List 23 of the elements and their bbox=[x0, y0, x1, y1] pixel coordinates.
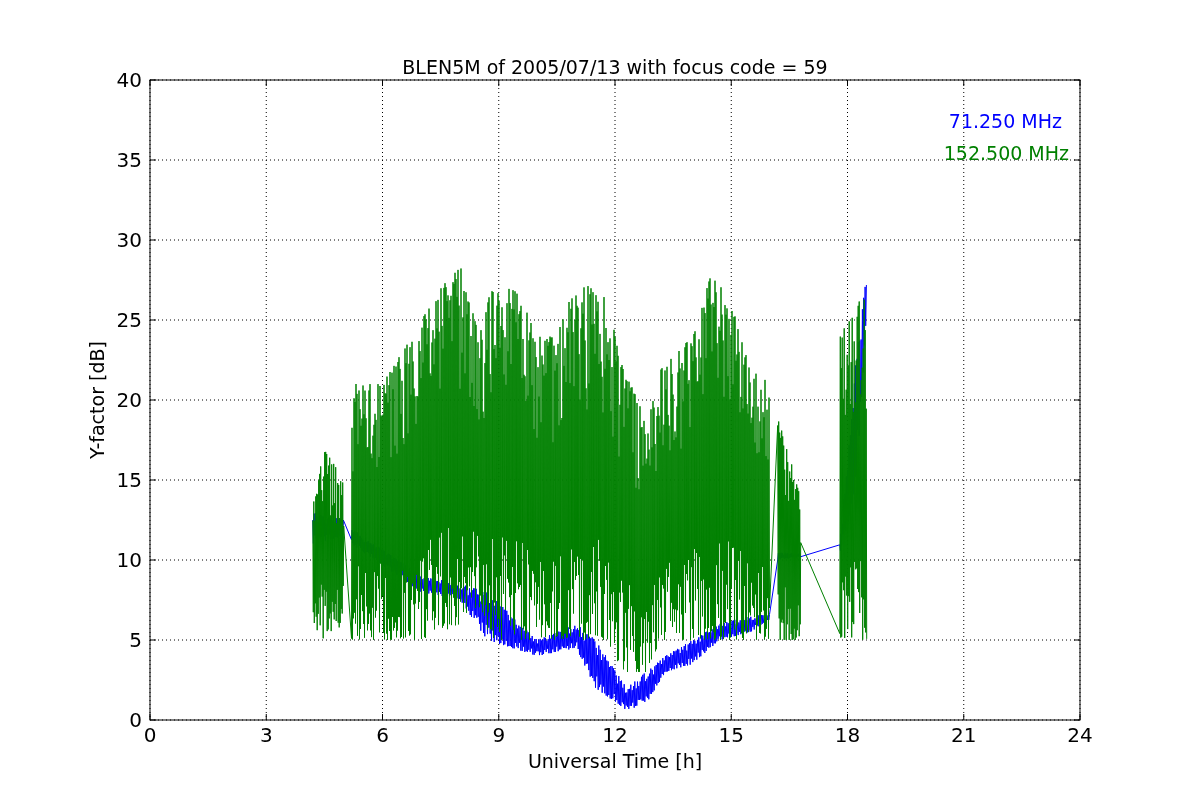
tick-label: 0 bbox=[143, 723, 157, 747]
tick-label: 3 bbox=[259, 723, 273, 747]
legend-label: 71.250 MHz bbox=[948, 110, 1062, 132]
tick-label: 18 bbox=[834, 723, 861, 747]
tick-label: 21 bbox=[951, 723, 977, 747]
tick-label: 0 bbox=[129, 708, 142, 732]
chart-title: BLEN5M of 2005/07/13 with focus code = 59 bbox=[402, 56, 828, 78]
tick-label: 30 bbox=[116, 228, 142, 252]
tick-label: 25 bbox=[116, 308, 142, 332]
tick-label: 10 bbox=[116, 548, 142, 572]
legend-label: 152.500 MHz bbox=[943, 142, 1069, 164]
tick-label: 15 bbox=[116, 468, 142, 492]
tick-label: 5 bbox=[129, 628, 142, 652]
y-axis-label: Y-factor [dB] bbox=[86, 341, 108, 459]
tick-label: 9 bbox=[492, 723, 506, 747]
tick-label: 15 bbox=[718, 723, 744, 747]
tick-label: 20 bbox=[116, 388, 142, 412]
tick-label: 40 bbox=[116, 68, 142, 92]
tick-label: 6 bbox=[376, 723, 389, 747]
x-axis-label: Universal Time [h] bbox=[527, 750, 703, 772]
tick-label: 12 bbox=[602, 723, 628, 747]
tick-label: 24 bbox=[1067, 723, 1093, 747]
tick-label: 35 bbox=[116, 148, 142, 172]
